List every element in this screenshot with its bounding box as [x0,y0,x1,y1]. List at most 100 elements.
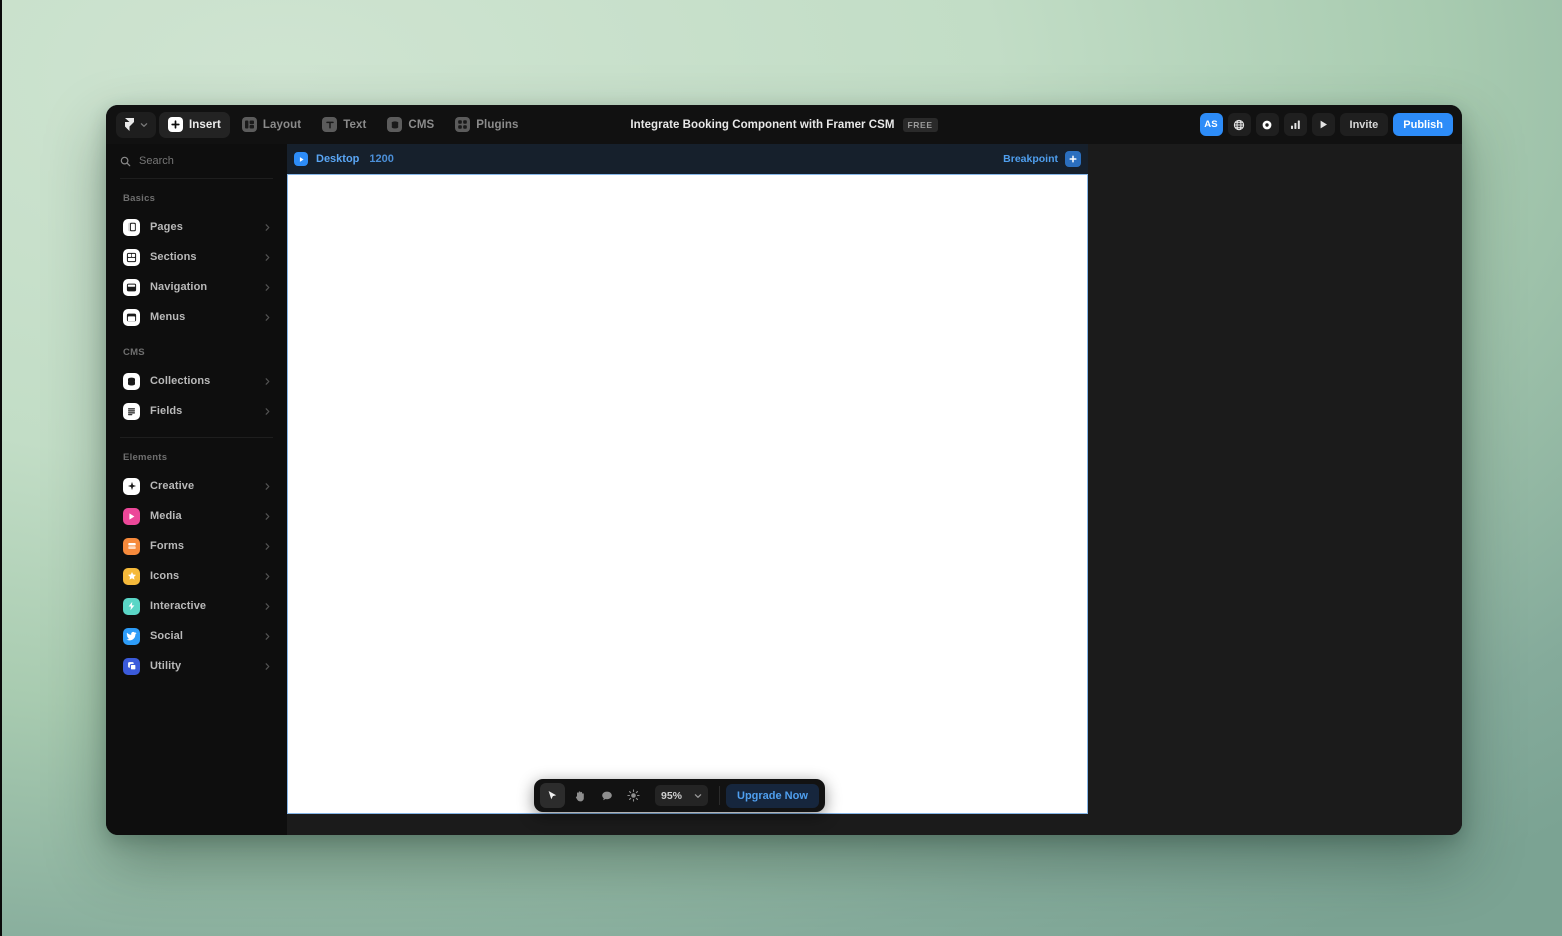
sections-icon [123,248,140,266]
fields-icon [123,402,140,420]
chevron-right-icon [263,512,272,521]
toolbar-item-label: Layout [262,118,302,131]
cursor-icon [547,790,558,802]
sidebar-item-utility[interactable]: Utility [115,652,278,680]
zoom-level-dropdown[interactable]: 95% [655,785,708,806]
sidebar-item-label: Social [150,630,184,642]
social-bird-icon [123,627,140,645]
chevron-right-icon [263,313,272,322]
sidebar-item-label: Utility [150,660,182,672]
sidebar-item-sections[interactable]: Sections [115,243,278,271]
sidebar-item-media[interactable]: Media [115,502,278,530]
preview-button[interactable] [1311,113,1335,136]
analytics-bar-chart-icon [1290,119,1301,130]
floating-toolbar: 95% Upgrade Now [534,779,825,812]
sidebar-item-fields[interactable]: Fields [115,397,278,425]
sidebar-item-pages[interactable]: Pages [115,213,278,241]
search-icon [120,156,131,167]
avatar[interactable]: AS [1199,113,1223,136]
breakpoint-add-group: Breakpoint [1003,151,1081,167]
sidebar-item-label: Menus [150,311,186,323]
toolbar-item-layout[interactable]: Layout [233,112,310,138]
breakpoint-width[interactable]: 1200 [369,153,393,165]
insert-sidebar: Search Basics Pages Sections Navigation … [106,144,287,835]
comment-tool-button[interactable] [594,783,619,808]
plan-badge: FREE [902,117,938,132]
chevron-right-icon [263,377,272,386]
screen-left-edge [0,0,2,936]
hand-tool-button[interactable] [567,783,592,808]
breakpoint-play-icon [294,152,308,166]
chevron-down-icon [140,121,148,129]
chevron-right-icon [263,602,272,611]
comment-icon [601,790,613,802]
desktop-frame-canvas[interactable] [287,174,1088,814]
pages-icon [123,218,140,236]
section-label-cms: CMS [123,347,145,358]
toolbar-item-plugins[interactable]: Plugins [446,112,527,138]
chevron-right-icon [263,283,272,292]
interactive-bolt-icon [123,597,140,615]
zoom-value: 95% [661,789,683,802]
toolbar-item-label: Insert [189,118,221,131]
text-icon [322,117,338,132]
sidebar-item-creative[interactable]: Creative [115,472,278,500]
sidebar-item-icons[interactable]: Icons [115,562,278,590]
canvas-area[interactable]: Desktop 1200 Breakpoint 95% Upgrade Now [287,144,1462,835]
chevron-right-icon [263,482,272,491]
chevron-right-icon [263,662,272,671]
sidebar-item-menus[interactable]: Menus [115,303,278,331]
toolbar-item-text[interactable]: Text [313,112,375,138]
sidebar-item-label: Sections [150,251,197,263]
plus-icon [168,117,183,132]
section-label-elements: Elements [123,452,168,463]
analytics-button[interactable] [1283,113,1307,136]
appearance-tool-button[interactable] [621,783,646,808]
sidebar-item-collections[interactable]: Collections [115,367,278,395]
globe-button[interactable] [1227,113,1251,136]
toolbar-item-cms[interactable]: CMS [378,112,443,138]
sidebar-item-forms[interactable]: Forms [115,532,278,560]
chevron-right-icon [263,572,272,581]
publish-button[interactable]: Publish [1393,113,1453,136]
sidebar-item-label: Creative [150,480,195,492]
sidebar-item-navigation[interactable]: Navigation [115,273,278,301]
sidebar-item-interactive[interactable]: Interactive [115,592,278,620]
preview-play-icon [1318,119,1329,130]
framer-app-window: Insert Layout Text CMS Plugins Integrate… [106,105,1462,835]
toolbar-right-group: AS Invite Publish [1199,113,1453,136]
add-breakpoint-button[interactable] [1065,151,1081,167]
app-body: Search Basics Pages Sections Navigation … [106,144,1462,835]
toolbar-item-label: Text [343,118,367,131]
breakpoint-name[interactable]: Desktop [316,153,359,165]
framer-logo-menu-button[interactable] [116,111,156,138]
breakpoint-bar: Desktop 1200 Breakpoint [287,144,1088,174]
invite-button[interactable]: Invite [1339,113,1389,136]
toolbar-item-label: Plugins [476,118,519,131]
search-input[interactable]: Search [106,144,287,178]
cursor-tool-button[interactable] [540,783,565,808]
chevron-right-icon [263,407,272,416]
sidebar-item-label: Navigation [150,281,208,293]
hand-icon [574,790,586,802]
menus-icon [123,308,140,326]
page-title: Integrate Booking Component with Framer … [630,118,895,131]
sidebar-item-label: Forms [150,540,185,552]
cms-icon [387,117,403,132]
upgrade-now-button[interactable]: Upgrade Now [726,783,819,808]
layout-icon [241,117,257,132]
sidebar-item-social[interactable]: Social [115,622,278,650]
add-breakpoint-label[interactable]: Breakpoint [1003,153,1058,165]
chevron-right-icon [263,253,272,262]
chevron-right-icon [263,223,272,232]
sidebar-item-label: Icons [150,570,180,582]
settings-aperture-icon [1261,119,1273,131]
sidebar-item-label: Collections [150,375,211,387]
settings-button[interactable] [1255,113,1279,136]
navigation-icon [123,278,140,296]
toolbar-item-insert[interactable]: Insert [159,111,230,138]
sidebar-item-label: Interactive [150,600,207,612]
toolbar-separator [719,786,720,805]
brightness-icon [627,789,640,802]
top-toolbar: Insert Layout Text CMS Plugins Integrate… [106,105,1462,144]
